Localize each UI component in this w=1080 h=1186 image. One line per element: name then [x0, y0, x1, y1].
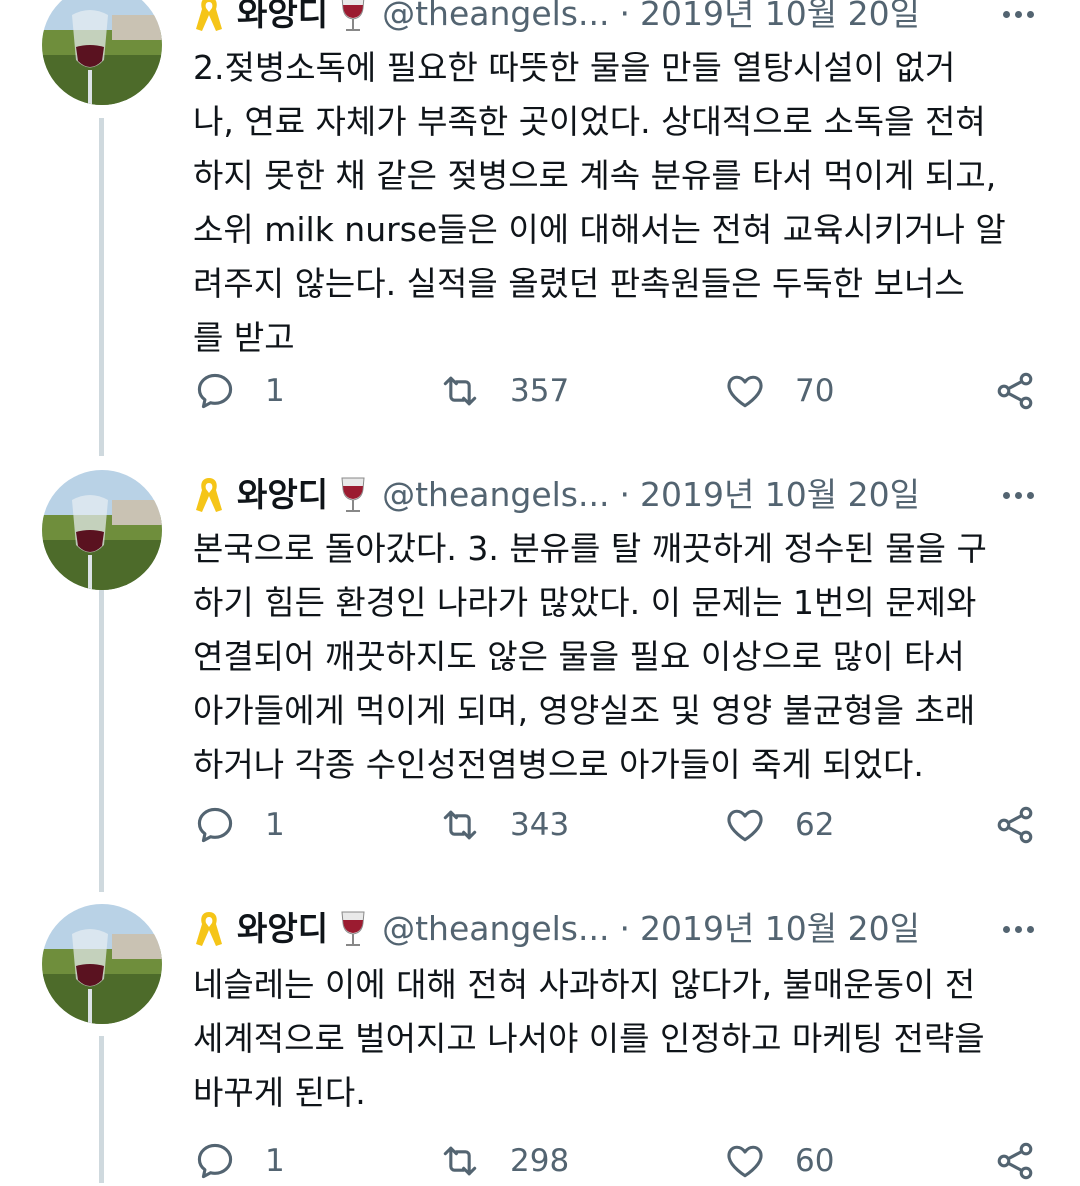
retweet-button[interactable]: 343: [438, 800, 569, 850]
tweet-header: 와앙디 @theangels... · 2019년 10월 20일: [193, 475, 1040, 515]
retweet-count: 357: [510, 373, 570, 409]
tweet-actions: 1 357 70: [193, 366, 1043, 416]
tweet-3[interactable]: 와앙디 @theangels... · 2019년 10월 20일 네슬레는 이…: [0, 890, 1080, 1183]
tweet-header: 와앙디 @theangels... · 2019년 10월 20일: [193, 909, 1040, 949]
more-icon[interactable]: [996, 475, 1040, 515]
user-handle[interactable]: @theangels...: [382, 909, 609, 949]
like-icon: [727, 1145, 763, 1178]
reply-button[interactable]: 1: [193, 1136, 285, 1186]
avatar[interactable]: [42, 904, 162, 1024]
wine-glass-icon: [341, 477, 365, 512]
tweet-text: 본국으로 돌아갔다. 3. 분유를 탈 깨끗하게 정수된 물을 구 하기 힘든 …: [193, 529, 987, 784]
share-button[interactable]: [993, 800, 1037, 850]
share-button[interactable]: [993, 366, 1037, 416]
share-icon: [997, 806, 1033, 844]
retweet-count: 298: [510, 1143, 570, 1179]
user-handle[interactable]: @theangels...: [382, 0, 609, 34]
like-button[interactable]: 60: [723, 1136, 834, 1186]
separator: ·: [619, 475, 630, 514]
share-icon: [997, 372, 1033, 410]
tweet-actions: 1 298 60: [193, 1136, 1043, 1186]
tweet-date[interactable]: 2019년 10월 20일: [640, 909, 920, 949]
yellow-ribbon-icon: [196, 0, 222, 31]
retweet-icon: [443, 376, 477, 406]
reply-count: 1: [265, 1143, 285, 1179]
display-name[interactable]: 와앙디: [237, 475, 328, 515]
retweet-button[interactable]: 357: [438, 366, 569, 416]
retweet-count: 343: [510, 807, 570, 843]
like-count: 62: [795, 807, 835, 843]
more-icon[interactable]: [996, 909, 1040, 949]
reply-button[interactable]: 1: [193, 366, 285, 416]
like-count: 70: [795, 373, 835, 409]
tweet-text: 네슬레는 이에 대해 전혀 사과하지 않다가, 불매운동이 전 세계적으로 벌어…: [193, 965, 985, 1112]
yellow-ribbon-icon: [196, 912, 222, 946]
separator: ·: [619, 909, 630, 948]
wine-glass-icon: [341, 911, 365, 946]
thread-connector: [99, 1036, 104, 1183]
reply-count: 1: [265, 373, 285, 409]
reply-icon: [197, 373, 233, 409]
thread-connector: [99, 118, 104, 456]
wine-glass-icon: [341, 0, 365, 31]
like-count: 60: [795, 1143, 835, 1179]
retweet-icon: [443, 1146, 477, 1176]
tweet-date[interactable]: 2019년 10월 20일: [640, 0, 920, 34]
tweet-2[interactable]: 와앙디 @theangels... · 2019년 10월 20일 본국으로 돌…: [0, 456, 1080, 892]
more-icon[interactable]: [996, 0, 1040, 34]
user-handle[interactable]: @theangels...: [382, 475, 609, 515]
separator: ·: [619, 0, 630, 33]
reply-icon: [197, 1143, 233, 1179]
tweet-1[interactable]: 와앙디 @theangels... · 2019년 10월 20일 2.젖병소독…: [0, 0, 1080, 456]
display-name[interactable]: 와앙디: [237, 0, 328, 34]
like-button[interactable]: 62: [723, 800, 834, 850]
display-name[interactable]: 와앙디: [237, 909, 328, 949]
share-button[interactable]: [993, 1136, 1037, 1186]
tweet-thread: 와앙디 @theangels... · 2019년 10월 20일 2.젖병소독…: [0, 0, 1080, 1183]
tweet-header: 와앙디 @theangels... · 2019년 10월 20일: [193, 0, 1040, 34]
reply-button[interactable]: 1: [193, 800, 285, 850]
retweet-button[interactable]: 298: [438, 1136, 569, 1186]
like-icon: [727, 375, 763, 408]
avatar[interactable]: [42, 470, 162, 590]
thread-connector: [99, 590, 104, 892]
tweet-text: 2.젖병소독에 필요한 따뜻한 물을 만들 열탕시설이 없거 나, 연료 자체가…: [193, 48, 1006, 357]
retweet-icon: [443, 810, 477, 840]
yellow-ribbon-icon: [196, 478, 222, 512]
share-icon: [997, 1142, 1033, 1180]
like-icon: [727, 809, 763, 842]
tweet-actions: 1 343 62: [193, 800, 1043, 850]
reply-icon: [197, 807, 233, 843]
like-button[interactable]: 70: [723, 366, 834, 416]
avatar[interactable]: [42, 0, 162, 105]
tweet-date[interactable]: 2019년 10월 20일: [640, 475, 920, 515]
reply-count: 1: [265, 807, 285, 843]
